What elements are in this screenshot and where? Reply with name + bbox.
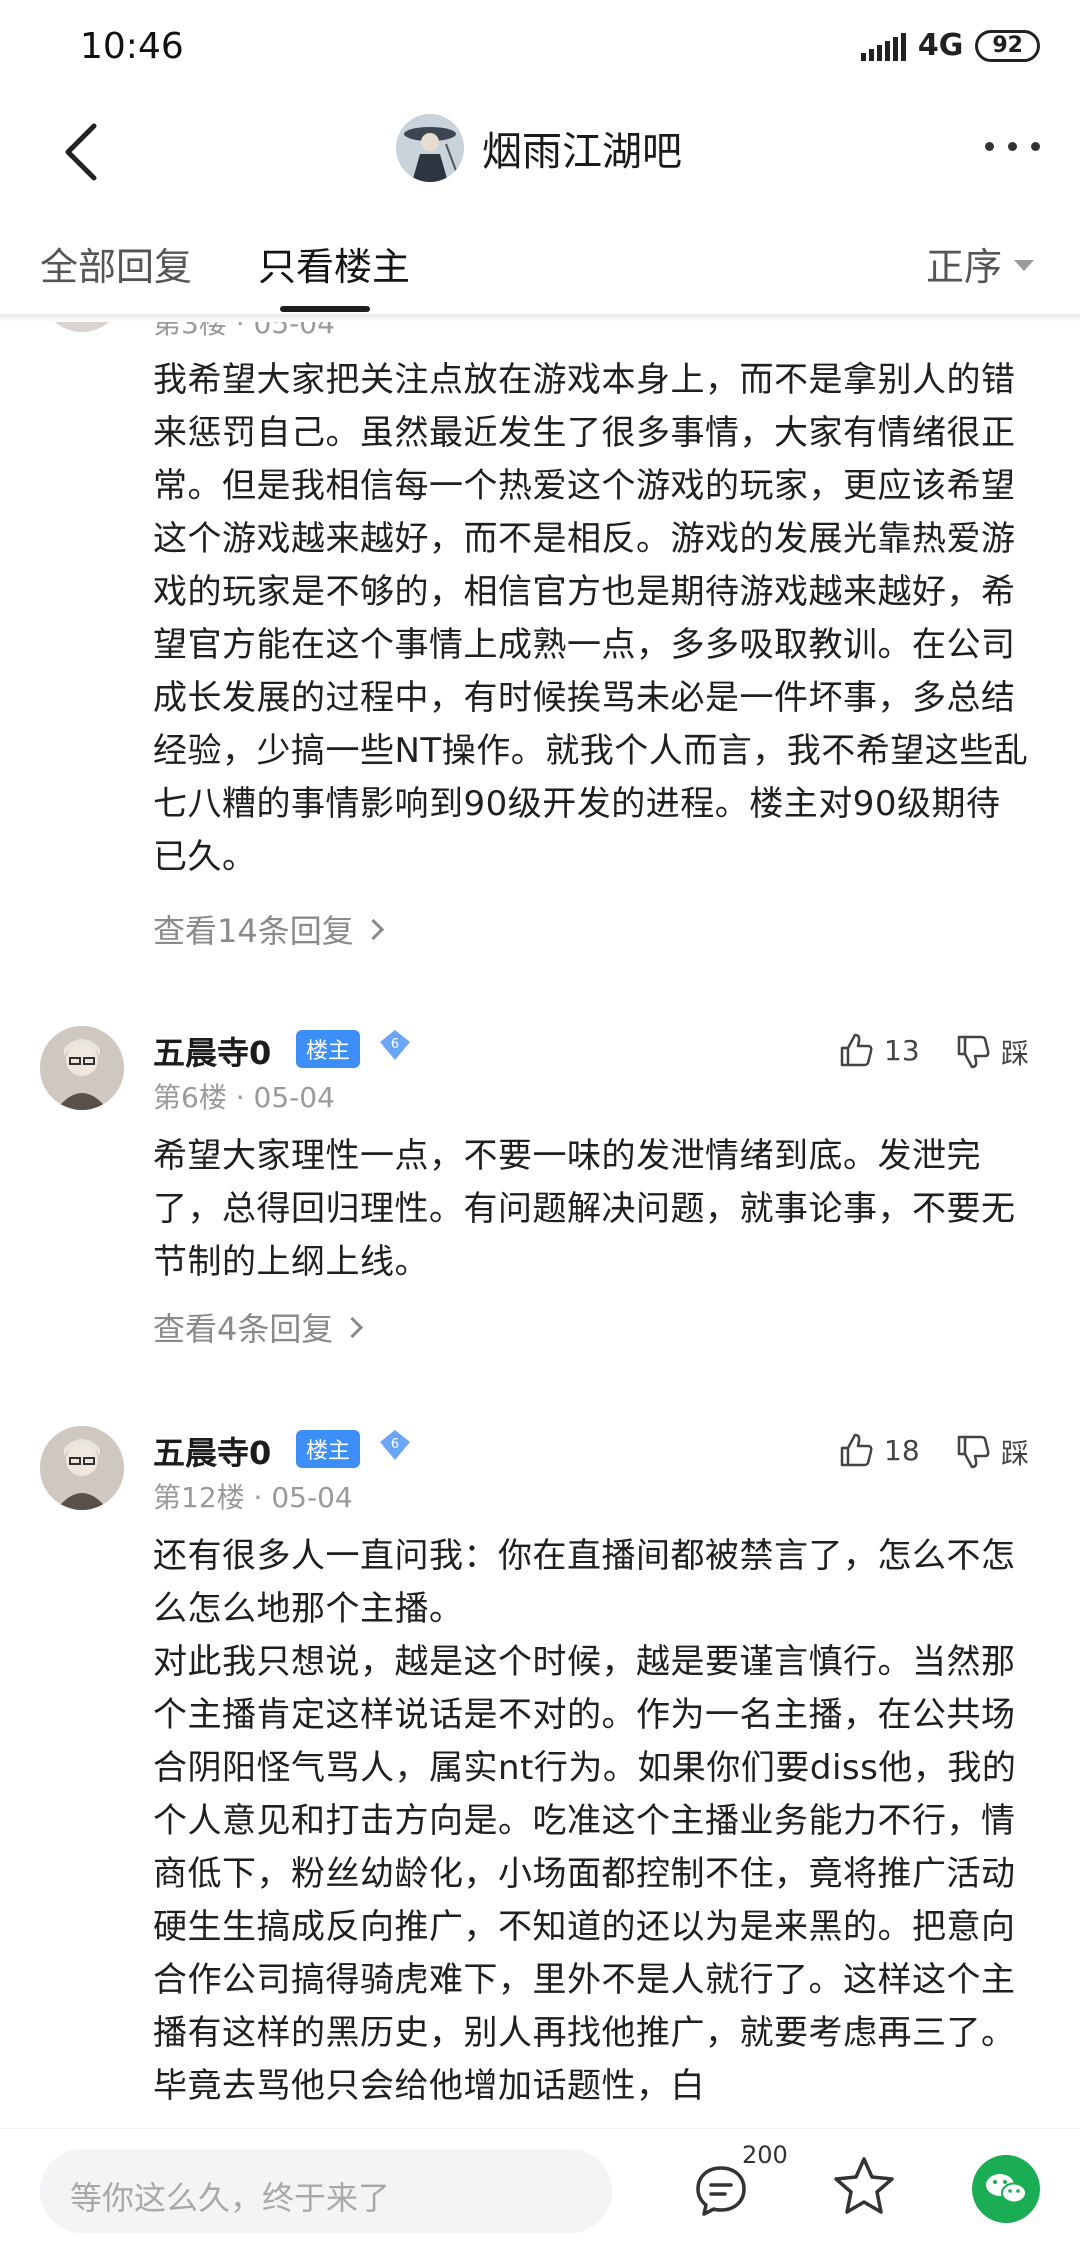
chevron-right-icon: [342, 1316, 364, 1338]
like-button[interactable]: 13: [838, 1032, 920, 1068]
reply-input-placeholder: 等你这么久，终于来了: [70, 2179, 391, 2217]
forum-avatar: [396, 114, 464, 182]
post-paragraph: 希望大家理性一点，不要一味的发泄情绪到底。发泄完了，总得回归理性。有问题解决问题…: [153, 1136, 1016, 1282]
tab-all-replies[interactable]: 全部回复: [40, 236, 192, 291]
view-replies-link[interactable]: 查看14条回复: [153, 906, 384, 952]
thumbs-up-icon: [840, 1433, 873, 1467]
active-tab-indicator: [280, 306, 370, 312]
forum-name: 烟雨江湖吧: [482, 129, 682, 175]
caret-down-icon: [1014, 260, 1034, 271]
floor-number: 第6楼: [153, 1081, 227, 1114]
status-bar: 10:46 4G 92: [0, 0, 1080, 96]
sort-dropdown[interactable]: 正序: [926, 236, 1034, 291]
post-paragraph: 对此我只想说，越是这个时候，越是要谨言慎行。当然那个主播肯定这样说话是不对的。作…: [153, 1642, 1017, 2106]
sort-label: 正序: [925, 245, 1002, 289]
thumbs-up-icon: [840, 1033, 873, 1067]
network-type: 4G: [917, 28, 964, 63]
chevron-right-icon: [362, 918, 384, 940]
view-replies-label: 查看14条回复: [153, 912, 354, 950]
dislike-button[interactable]: 踩: [955, 1032, 1029, 1072]
comment-icon[interactable]: [693, 2163, 749, 2219]
reply-input[interactable]: 等你这么久，终于来了: [40, 2149, 612, 2233]
status-time: 10:46: [80, 26, 184, 67]
svg-text:6: 6: [391, 1037, 399, 1052]
reply-filter-tabs: 全部回复 只看楼主 正序: [0, 206, 1080, 314]
signal-icon: [860, 31, 906, 61]
like-button[interactable]: 18: [838, 1432, 920, 1468]
view-replies-label: 查看4条回复: [153, 1310, 334, 1348]
view-replies-link[interactable]: 查看4条回复: [153, 1304, 364, 1350]
post-paragraph: 我希望大家把关注点放在游戏本身上，而不是拿别人的错来惩罚自己。虽然最近发生了很多…: [153, 360, 1029, 877]
comment-count: 200: [742, 2141, 788, 2169]
dislike-button[interactable]: 踩: [955, 1432, 1029, 1472]
post-date: 05-04: [271, 1481, 353, 1514]
like-count: 13: [884, 1033, 920, 1067]
post-body: 我希望大家把关注点放在游戏本身上，而不是拿别人的错来惩罚自己。虽然最近发生了很多…: [153, 354, 1033, 884]
tabs-divider: [0, 314, 1080, 322]
app-header: 烟雨江湖吧: [0, 96, 1080, 206]
wechat-share-icon[interactable]: [972, 2155, 1040, 2223]
avatar[interactable]: [40, 1426, 124, 1510]
thumbs-down-icon: [957, 1435, 990, 1469]
dislike-label: 踩: [1001, 1037, 1030, 1070]
svg-text:6: 6: [391, 1437, 399, 1452]
level-diamond-icon: 6: [380, 1430, 410, 1460]
battery-icon: 92: [975, 29, 1040, 62]
dislike-label: 踩: [1001, 1437, 1030, 1470]
username[interactable]: 五晨寺0: [153, 1428, 271, 1474]
thumbs-down-icon: [957, 1035, 990, 1069]
star-icon[interactable]: [832, 2155, 896, 2217]
post-meta: 第12楼 · 05-04: [153, 1481, 353, 1514]
level-diamond-icon: 6: [380, 1030, 410, 1060]
floor-number: 第12楼: [153, 1481, 245, 1514]
tab-only-op[interactable]: 只看楼主: [258, 236, 410, 291]
post-body: 还有很多人一直问我：你在直播间都被禁言了，怎么不怎么怎么地那个主播。 对此我只想…: [153, 1530, 1033, 2113]
more-options-icon[interactable]: [985, 142, 1040, 151]
post-meta: 第6楼 · 05-04: [153, 1081, 335, 1114]
op-badge: 楼主: [296, 1030, 361, 1068]
post-date: 05-04: [253, 1081, 335, 1114]
op-badge: 楼主: [296, 1430, 361, 1468]
back-arrow-icon[interactable]: [60, 120, 104, 184]
forum-title-block[interactable]: 烟雨江湖吧: [396, 114, 682, 182]
post-body: 希望大家理性一点，不要一味的发泄情绪到底。发泄完了，总得回归理性。有问题解决问题…: [153, 1130, 1033, 1289]
avatar[interactable]: [40, 1026, 124, 1110]
reply-bar: 等你这么久，终于来了 200: [0, 2128, 1080, 2249]
username[interactable]: 五晨寺0: [153, 1028, 271, 1074]
like-count: 18: [884, 1433, 920, 1467]
post-paragraph: 还有很多人一直问我：你在直播间都被禁言了，怎么不怎么怎么地那个主播。: [153, 1536, 1016, 1629]
status-indicators: 4G 92: [860, 28, 1040, 63]
